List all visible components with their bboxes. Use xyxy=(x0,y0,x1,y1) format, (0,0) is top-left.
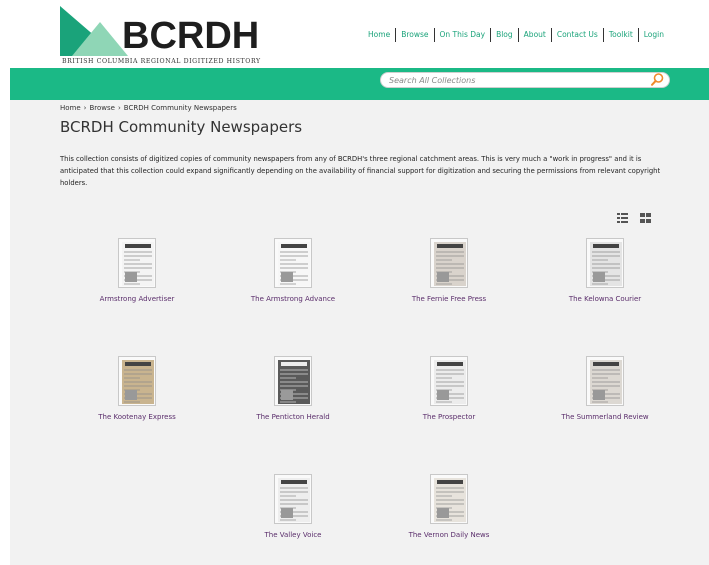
newspaper-page-icon xyxy=(278,478,310,522)
search-box xyxy=(380,72,670,88)
collection-title-link[interactable]: The Vernon Daily News xyxy=(371,531,527,539)
nav-link-blog[interactable]: Blog xyxy=(491,28,518,42)
newspaper-page-icon xyxy=(590,242,622,286)
newspaper-thumbnail[interactable] xyxy=(118,238,156,288)
collection-title-link[interactable]: The Kootenay Express xyxy=(59,413,215,421)
collection-grid: Armstrong Advertiser The Armstrong Advan… xyxy=(65,238,685,558)
newspaper-thumbnail[interactable] xyxy=(274,238,312,288)
nav-link-about[interactable]: About xyxy=(519,28,551,42)
collection-title-link[interactable]: The Summerland Review xyxy=(527,413,683,421)
collection-title-link[interactable]: The Valley Voice xyxy=(215,531,371,539)
newspaper-page-icon xyxy=(434,478,466,522)
newspaper-thumbnail[interactable] xyxy=(274,356,312,406)
nav-link-contact-us[interactable]: Contact Us xyxy=(552,28,603,42)
newspaper-page-icon xyxy=(278,360,310,404)
collection-item[interactable]: The Prospector xyxy=(371,356,527,421)
newspaper-page-icon xyxy=(590,360,622,404)
collection-item[interactable]: The Armstrong Advance xyxy=(215,238,371,303)
search-bar-strip xyxy=(10,68,709,100)
collection-title-link[interactable]: Armstrong Advertiser xyxy=(59,295,215,303)
newspaper-thumbnail[interactable] xyxy=(586,238,624,288)
collection-title-link[interactable]: The Armstrong Advance xyxy=(215,295,371,303)
collection-title-link[interactable]: The Prospector xyxy=(371,413,527,421)
collection-item[interactable]: The Kelowna Courier xyxy=(527,238,683,303)
nav-link-browse[interactable]: Browse xyxy=(396,28,433,42)
collection-item[interactable]: The Penticton Herald xyxy=(215,356,371,421)
newspaper-page-icon xyxy=(434,360,466,404)
search-icon[interactable] xyxy=(649,72,665,88)
top-navigation: Home Browse On This Day Blog About Contact Us… xyxy=(363,28,669,42)
collection-item[interactable]: The Valley Voice xyxy=(215,474,371,539)
collection-title-link[interactable]: The Fernie Free Press xyxy=(371,295,527,303)
newspaper-thumbnail[interactable] xyxy=(430,238,468,288)
breadcrumb: Home › Browse › BCRDH Community Newspapers xyxy=(60,104,237,112)
logo-triangle-icon xyxy=(60,6,128,56)
newspaper-page-icon xyxy=(122,242,154,286)
collection-item[interactable]: The Kootenay Express xyxy=(59,356,215,421)
nav-link-home[interactable]: Home xyxy=(363,28,395,42)
newspaper-page-icon xyxy=(278,242,310,286)
newspaper-thumbnail[interactable] xyxy=(118,356,156,406)
collection-description: This collection consists of digitized co… xyxy=(60,155,661,187)
newspaper-thumbnail[interactable] xyxy=(274,474,312,524)
list-view-icon[interactable] xyxy=(617,208,628,223)
page: BCRDH BRITISH COLUMBIA REGIONAL DIGITIZE… xyxy=(10,0,709,565)
breadcrumb-link[interactable]: Home xyxy=(60,104,81,112)
newspaper-thumbnail[interactable] xyxy=(430,474,468,524)
bcrdh-logo[interactable]: BCRDH BRITISH COLUMBIA REGIONAL DIGITIZE… xyxy=(60,6,272,65)
nav-link-login[interactable]: Login xyxy=(639,28,669,42)
breadcrumb-current: BCRDH Community Newspapers xyxy=(123,104,237,112)
site-header: BCRDH BRITISH COLUMBIA REGIONAL DIGITIZE… xyxy=(10,0,709,68)
collection-item[interactable]: The Summerland Review xyxy=(527,356,683,421)
collection-item[interactable]: The Fernie Free Press xyxy=(371,238,527,303)
newspaper-page-icon xyxy=(434,242,466,286)
grid-view-icon[interactable] xyxy=(640,208,651,223)
main-content: Home › Browse › BCRDH Community Newspapers B… xyxy=(10,100,709,565)
collection-title-link[interactable]: The Penticton Herald xyxy=(215,413,371,421)
breadcrumb-separator: › xyxy=(117,104,121,112)
logo-tagline: BRITISH COLUMBIA REGIONAL DIGITIZED HIST… xyxy=(62,58,261,65)
logo-wordmark: BCRDH xyxy=(122,15,260,57)
breadcrumb-link[interactable]: Browse xyxy=(89,104,115,112)
newspaper-thumbnail[interactable] xyxy=(430,356,468,406)
newspaper-page-icon xyxy=(122,360,154,404)
nav-link-toolkit[interactable]: Toolkit xyxy=(604,28,638,42)
search-input[interactable] xyxy=(389,74,639,87)
view-toggle xyxy=(617,208,651,223)
nav-link-on-this-day[interactable]: On This Day xyxy=(435,28,491,42)
page-title: BCRDH Community Newspapers xyxy=(60,118,303,136)
newspaper-thumbnail[interactable] xyxy=(586,356,624,406)
collection-title-link[interactable]: The Kelowna Courier xyxy=(527,295,683,303)
collection-item[interactable]: Armstrong Advertiser xyxy=(59,238,215,303)
collection-item[interactable]: The Vernon Daily News xyxy=(371,474,527,539)
